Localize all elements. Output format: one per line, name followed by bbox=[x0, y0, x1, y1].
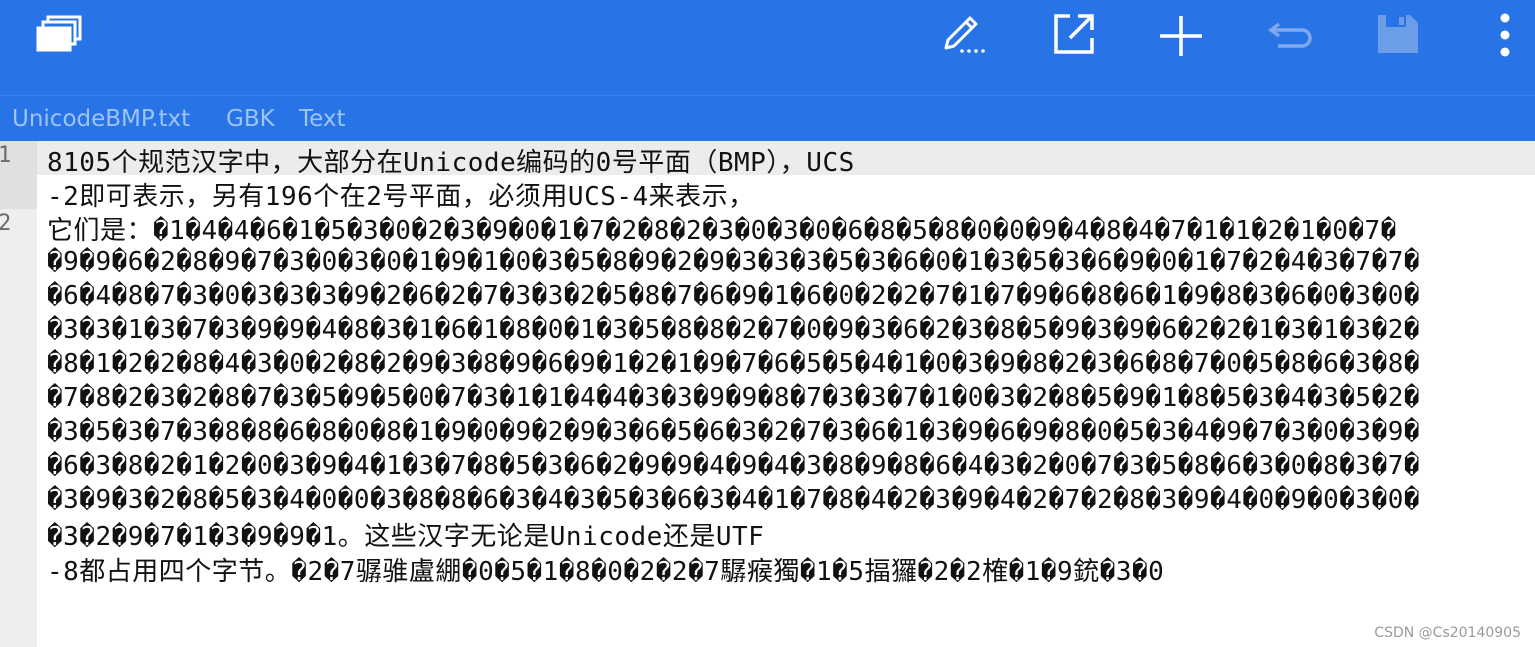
text-line: -2即可表示，另有196个在2号平面，必须用UCS-4来表示， bbox=[47, 182, 755, 212]
file-name-tab[interactable]: UnicodeBMP.txt bbox=[12, 106, 190, 132]
text-line: �9�9�6�2�8�9�7�3�0�3�0�1�9�1�0�3�5�8�9�2… bbox=[47, 247, 1421, 277]
text-editor[interactable]: 8105个规范汉字中，大部分在Unicode编码的0号平面（BMP），UCS -… bbox=[37, 141, 1535, 647]
line-number: 2 bbox=[0, 211, 12, 236]
text-line: �3�5�3�7�3�8�8�6�8�0�8�1�9�0�9�2�9�3�6�5… bbox=[47, 417, 1421, 447]
encoding-tab[interactable]: GBK bbox=[226, 106, 275, 132]
line-number: 1 bbox=[0, 143, 12, 168]
syntax-mode-tab[interactable]: Text bbox=[299, 106, 346, 132]
line-number-gutter: 1 2 bbox=[0, 141, 37, 647]
text-line: �3�2�9�7�1�3�9�9�1。这些汉字无论是Unicode还是UTF bbox=[47, 522, 765, 552]
text-line: 它们是：�1�4�4�6�1�5�3�0�2�3�9�0�1�7�2�8�2�3… bbox=[47, 216, 1397, 246]
edit-icon[interactable] bbox=[940, 14, 988, 56]
undo-icon[interactable] bbox=[1266, 22, 1314, 52]
text-line: �3�3�1�3�7�3�9�9�4�8�3�1�6�1�8�0�1�3�5�8… bbox=[47, 315, 1421, 345]
text-line: �8�1�2�2�8�4�3�0�2�8�2�9�3�8�9�6�9�1�2�1… bbox=[47, 349, 1421, 379]
text-line: �6�4�8�7�3�0�3�3�3�9�2�6�2�7�3�3�2�5�8�7… bbox=[47, 281, 1421, 311]
text-line: �7�8�2�3�2�8�7�3�5�9�5�0�7�3�1�1�4�4�3�3… bbox=[47, 383, 1421, 413]
text-line: �3�9�3�2�8�5�3�4�0�0�3�8�8�6�3�4�3�5�3�6… bbox=[47, 485, 1421, 515]
save-icon[interactable] bbox=[1376, 13, 1420, 55]
more-vert-icon[interactable] bbox=[1498, 12, 1512, 58]
text-line: 8105个规范汉字中，大部分在Unicode编码的0号平面（BMP），UCS bbox=[47, 148, 855, 178]
windows-icon[interactable] bbox=[36, 14, 84, 54]
watermark: CSDN @Cs20140905 bbox=[1374, 625, 1521, 641]
add-icon[interactable] bbox=[1158, 14, 1204, 58]
text-line: -8都占用四个字节。�2�7骣骓盧綳�0�5�1�8�0�2�2�7驏瘊獨�1�… bbox=[47, 557, 1165, 587]
file-info-strip: UnicodeBMP.txt GBK Text bbox=[0, 95, 1535, 142]
app-toolbar bbox=[0, 0, 1535, 95]
text-line: �6�3�8�2�1�2�0�3�9�4�1�3�7�8�5�3�6�2�9�9… bbox=[47, 451, 1421, 481]
open-external-icon[interactable] bbox=[1052, 12, 1096, 56]
